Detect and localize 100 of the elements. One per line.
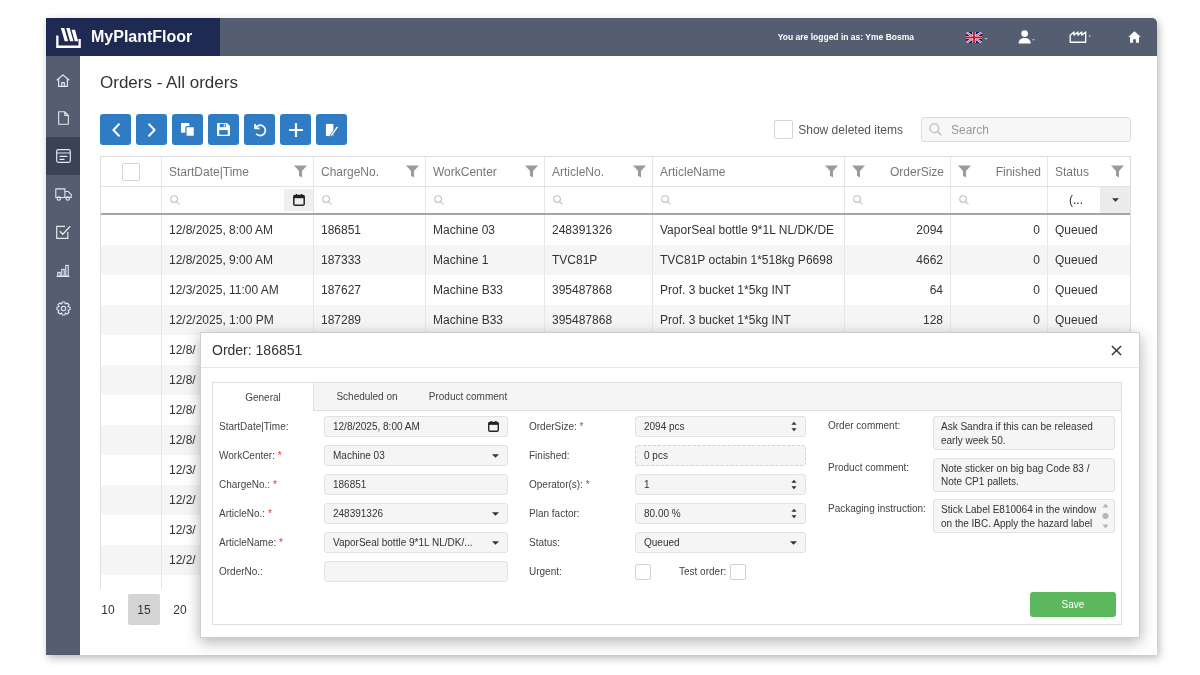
field-label: OrderSize: *	[529, 421, 584, 432]
cell-text: 64	[929, 283, 943, 297]
page-size-button[interactable]: 10	[92, 594, 124, 625]
scrollbar[interactable]	[1102, 503, 1109, 529]
cell-text: 395487868	[552, 283, 613, 297]
chevron-right-icon	[147, 122, 156, 137]
checkbox[interactable]	[730, 563, 747, 580]
page-size-button[interactable]: 15	[128, 594, 160, 625]
sidebar-item[interactable]	[46, 137, 80, 175]
cell-text: Queued	[1055, 253, 1098, 267]
cell-text: Machine B33	[433, 283, 504, 297]
cell-text: 0	[1033, 223, 1040, 237]
cell-text: 12/8/	[169, 403, 196, 417]
checkbox[interactable]	[774, 120, 794, 139]
column-header[interactable]: ArticleName	[660, 164, 726, 179]
undo-button[interactable]	[244, 114, 275, 145]
comment-field[interactable]: Stick Label E810064 in the window on the IBC. Apply the hazard label	[933, 499, 1115, 533]
flag-icon[interactable]	[966, 31, 988, 43]
column-header[interactable]: ChargeNo.	[321, 164, 380, 179]
truck-icon	[54, 187, 72, 201]
text-field[interactable]: 186851	[324, 474, 508, 495]
column-header[interactable]: StartDate|Time	[169, 164, 250, 179]
tab[interactable]: Scheduled on	[314, 383, 421, 410]
page-size-button[interactable]: 20	[164, 594, 196, 625]
number-field[interactable]: 2094 pcs	[635, 416, 806, 437]
field-label: Packaging instruction:	[828, 503, 926, 514]
cell-text: 12/3/	[169, 463, 196, 477]
checkbox-label[interactable]: Show deleted items	[798, 122, 903, 137]
search-icon	[553, 195, 563, 205]
field-label: Plan factor:	[529, 508, 580, 519]
number-field[interactable]: 1	[635, 474, 806, 495]
date-field[interactable]: 12/8/2025, 8:00 AM	[324, 416, 508, 437]
form-icon	[55, 149, 71, 163]
caret-icon	[1111, 198, 1119, 202]
field-label: StartDate|Time:	[219, 421, 289, 432]
filter-icon[interactable]	[958, 165, 971, 178]
cell-text: 128	[922, 313, 943, 327]
select-field[interactable]: 248391326	[324, 503, 508, 524]
login-text: You are logged in as: Yme Bosma	[777, 32, 914, 42]
forward-button[interactable]	[136, 114, 167, 145]
page-title: Orders - All orders	[100, 72, 238, 94]
column-header[interactable]: OrderSize	[889, 164, 944, 179]
filter-icon[interactable]	[825, 165, 838, 178]
cell-text: 187289	[321, 313, 362, 327]
select-field[interactable]: Queued	[635, 532, 806, 553]
cell-text: 186851	[321, 223, 362, 237]
column-header[interactable]: WorkCenter	[433, 164, 497, 179]
back-button[interactable]	[100, 114, 131, 145]
select-field[interactable]: Machine 03	[324, 445, 508, 466]
close-button[interactable]	[1109, 342, 1124, 358]
tab[interactable]: General	[213, 383, 314, 411]
filter-icon[interactable]	[525, 165, 538, 178]
search-icon	[929, 123, 942, 136]
cell-text: 4662	[916, 253, 943, 267]
column-header[interactable]: ArticleNo.	[552, 164, 604, 179]
up-down-arrows-icon	[791, 508, 797, 519]
edit-button[interactable]	[316, 114, 347, 145]
home-icon[interactable]	[1128, 31, 1141, 43]
copy-button[interactable]	[172, 114, 203, 145]
dialog-title: Order: 186851	[212, 342, 303, 358]
cell-text: 12/2/	[169, 553, 196, 567]
settings-icon	[55, 300, 71, 316]
search-field[interactable]: Search	[921, 117, 1131, 142]
calendar-button[interactable]	[284, 189, 313, 211]
number-field[interactable]: 80.00 %	[635, 503, 806, 524]
filter-icon[interactable]	[633, 165, 646, 178]
cell-text: Prof. 3 bucket 1*5kg INT	[660, 313, 791, 327]
home-icon	[56, 73, 70, 87]
filter-icon[interactable]	[294, 165, 307, 178]
calendar-icon	[292, 194, 305, 206]
column-header[interactable]: Status	[1055, 164, 1090, 179]
comment-field[interactable]: Note sticker on big bag Code 83 / Note CP1 pallets.	[933, 457, 1115, 492]
cell-text: 187333	[321, 253, 362, 267]
column-header[interactable]: Finished	[995, 164, 1041, 179]
add-button[interactable]	[280, 114, 311, 145]
cell-text: 2094	[916, 223, 943, 237]
comment-field[interactable]: Ask Sandra if this can be released early week 50.	[933, 416, 1115, 450]
checkbox[interactable]	[122, 162, 140, 181]
cell-text: Queued	[1055, 313, 1098, 327]
caret-icon	[492, 453, 499, 458]
filter-dropdown[interactable]: (...	[1048, 187, 1130, 213]
filter-icon[interactable]	[852, 165, 865, 178]
checkbox[interactable]	[635, 563, 651, 580]
tab[interactable]: Product comment	[421, 383, 516, 410]
field-label: Status:	[529, 537, 561, 548]
filter-icon[interactable]	[406, 165, 419, 178]
text-field[interactable]	[324, 561, 508, 582]
cell-text: 12/2/2025, 1:00 PM	[169, 313, 274, 327]
close-icon	[1111, 344, 1122, 356]
cell-text: Prof. 3 bucket 1*5kg INT	[660, 283, 791, 297]
search-icon	[434, 195, 444, 205]
filter-icon[interactable]	[1111, 165, 1124, 178]
factory-icon[interactable]	[1069, 31, 1092, 43]
user-icon[interactable]	[1018, 30, 1035, 44]
select-field[interactable]: VaporSeal bottle 9*1L NL/DK/...	[324, 532, 508, 553]
cell-text: 0	[1033, 283, 1040, 297]
field-label: Product comment:	[828, 461, 910, 473]
search-icon	[322, 195, 332, 205]
cell-text: 12/8/2025, 9:00 AM	[169, 253, 274, 267]
save-button[interactable]	[208, 114, 239, 145]
